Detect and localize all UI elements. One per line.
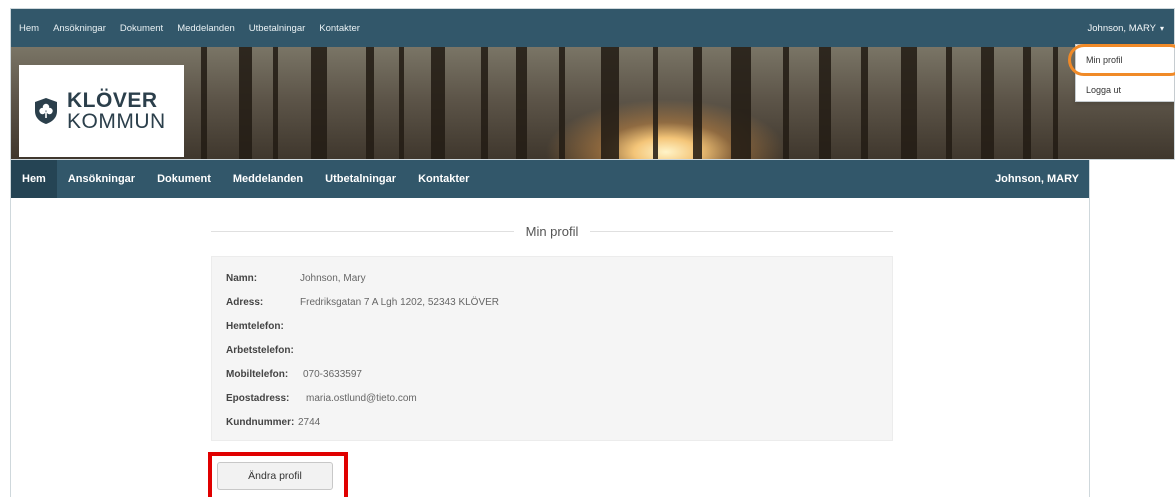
forest-banner — [11, 47, 1174, 159]
top-nav-small: Hem Ansökningar Dokument Meddelanden Utb… — [11, 9, 1174, 47]
user-menu-toggle[interactable]: Johnson, MARY ▾ — [1088, 9, 1165, 47]
field-value: 2744 — [298, 417, 321, 428]
field-label: Epostadress: — [226, 393, 290, 404]
nav-utbetalningar[interactable]: Utbetalningar — [314, 160, 407, 198]
section-header: Min profil — [211, 222, 893, 240]
field-label: Hemtelefon: — [226, 321, 284, 332]
nav-meddelanden[interactable]: Meddelanden — [222, 160, 314, 198]
kommun-logo[interactable]: KLÖVER KOMMUN — [19, 65, 184, 157]
nav-kontakter-small[interactable]: Kontakter — [319, 23, 360, 34]
nav-ansokningar[interactable]: Ansökningar — [57, 160, 146, 198]
nav-dokument[interactable]: Dokument — [146, 160, 222, 198]
logo-text: KLÖVER KOMMUN — [67, 90, 166, 132]
field-label: Arbetstelefon: — [226, 345, 294, 356]
clover-shield-icon — [35, 98, 57, 124]
field-label: Namn: — [226, 273, 258, 284]
page-title: Min profil — [525, 223, 579, 239]
logo-line1: KLÖVER — [67, 89, 158, 112]
logo-line2: KOMMUN — [67, 110, 166, 133]
nav-ansokningar-small[interactable]: Ansökningar — [53, 23, 106, 34]
nav-dokument-small[interactable]: Dokument — [120, 23, 163, 34]
highlight-orange-circle — [1068, 44, 1175, 76]
field-label: Kundnummer: — [226, 417, 295, 428]
divider-left — [211, 230, 514, 232]
field-label: Mobiltelefon: — [226, 369, 289, 380]
field-value: Johnson, Mary — [300, 273, 366, 284]
field-value: 070-3633597 — [303, 369, 362, 380]
nav-meddelanden-small[interactable]: Meddelanden — [177, 23, 235, 34]
foreground-screenshot: Hem Ansökningar Dokument Meddelanden Utb… — [10, 160, 1090, 497]
field-value: Fredriksgatan 7 A Lgh 1202, 52343 KLÖVER — [300, 297, 500, 308]
field-label: Adress: — [226, 297, 264, 308]
chevron-down-icon: ▾ — [1159, 23, 1164, 33]
field-value: maria.ostlund@tieto.com — [306, 393, 417, 404]
background-screenshot: Hem Ansökningar Dokument Meddelanden Utb… — [10, 8, 1175, 160]
nav-utbetalningar-small[interactable]: Utbetalningar — [249, 23, 306, 34]
highlight-red-box — [208, 452, 348, 497]
user-name[interactable]: Johnson, MARY — [995, 160, 1079, 198]
nav-kontakter[interactable]: Kontakter — [407, 160, 480, 198]
divider-right — [590, 230, 893, 232]
nav-hem-small[interactable]: Hem — [19, 23, 39, 34]
profile-details-card: Namn: Johnson, Mary Adress: Fredriksgata… — [211, 256, 893, 441]
top-nav: Hem Ansökningar Dokument Meddelanden Utb… — [11, 160, 1089, 198]
menu-item-logga-ut[interactable]: Logga ut — [1086, 85, 1121, 95]
nav-hem[interactable]: Hem — [11, 160, 57, 198]
user-name-small: Johnson, MARY — [1087, 22, 1156, 34]
